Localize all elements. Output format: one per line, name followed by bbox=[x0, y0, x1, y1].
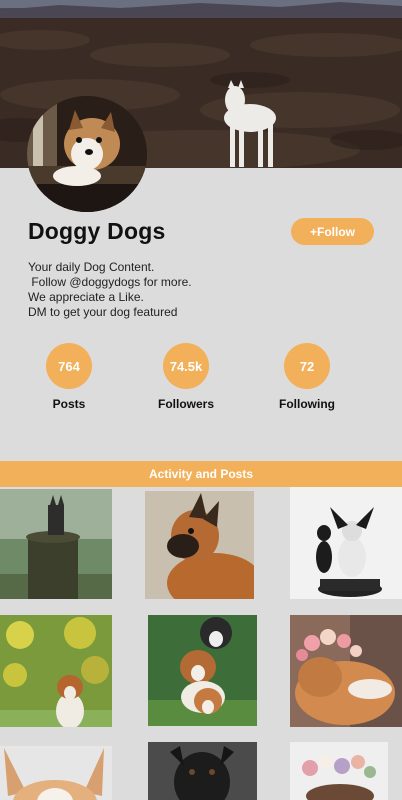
dog-flowers-photo bbox=[290, 742, 388, 800]
profile-name: Doggy Dogs bbox=[28, 218, 166, 244]
posts-count: 764 bbox=[46, 343, 92, 389]
post-tile-4[interactable] bbox=[0, 615, 112, 727]
dog-on-stump-photo bbox=[0, 489, 112, 599]
sheltie-puppy-photo bbox=[0, 615, 112, 727]
post-tile-9[interactable] bbox=[290, 742, 388, 800]
stat-posts[interactable]: 764 Posts bbox=[19, 343, 119, 411]
activity-posts-header: Activity and Posts bbox=[0, 461, 402, 487]
three-dogs-photo bbox=[148, 615, 257, 726]
post-tile-2[interactable] bbox=[145, 491, 254, 599]
post-tile-8[interactable] bbox=[148, 742, 257, 800]
profile-avatar[interactable] bbox=[27, 96, 147, 212]
followers-count: 74.5k bbox=[163, 343, 209, 389]
following-count: 72 bbox=[284, 343, 330, 389]
following-label: Following bbox=[279, 397, 335, 411]
post-tile-5[interactable] bbox=[148, 615, 257, 726]
post-tile-6[interactable] bbox=[290, 615, 402, 727]
post-tile-7[interactable] bbox=[0, 746, 112, 800]
stat-followers[interactable]: 74.5k Followers bbox=[136, 343, 236, 411]
collie-flower-crown-photo bbox=[290, 615, 402, 727]
corgi-ears-photo bbox=[0, 746, 112, 800]
shepherd-dog-photo bbox=[145, 491, 254, 599]
papillon-dogs-photo bbox=[290, 487, 402, 599]
followers-label: Followers bbox=[157, 397, 214, 411]
post-tile-1[interactable] bbox=[0, 489, 112, 599]
profile-bio: Your daily Dog Content. Follow @doggydog… bbox=[28, 260, 192, 319]
post-tile-3[interactable] bbox=[290, 487, 402, 599]
black-dog-photo bbox=[148, 742, 257, 800]
follow-button[interactable]: +Follow bbox=[291, 218, 374, 245]
posts-label: Posts bbox=[52, 397, 86, 411]
stat-following[interactable]: 72 Following bbox=[257, 343, 357, 411]
